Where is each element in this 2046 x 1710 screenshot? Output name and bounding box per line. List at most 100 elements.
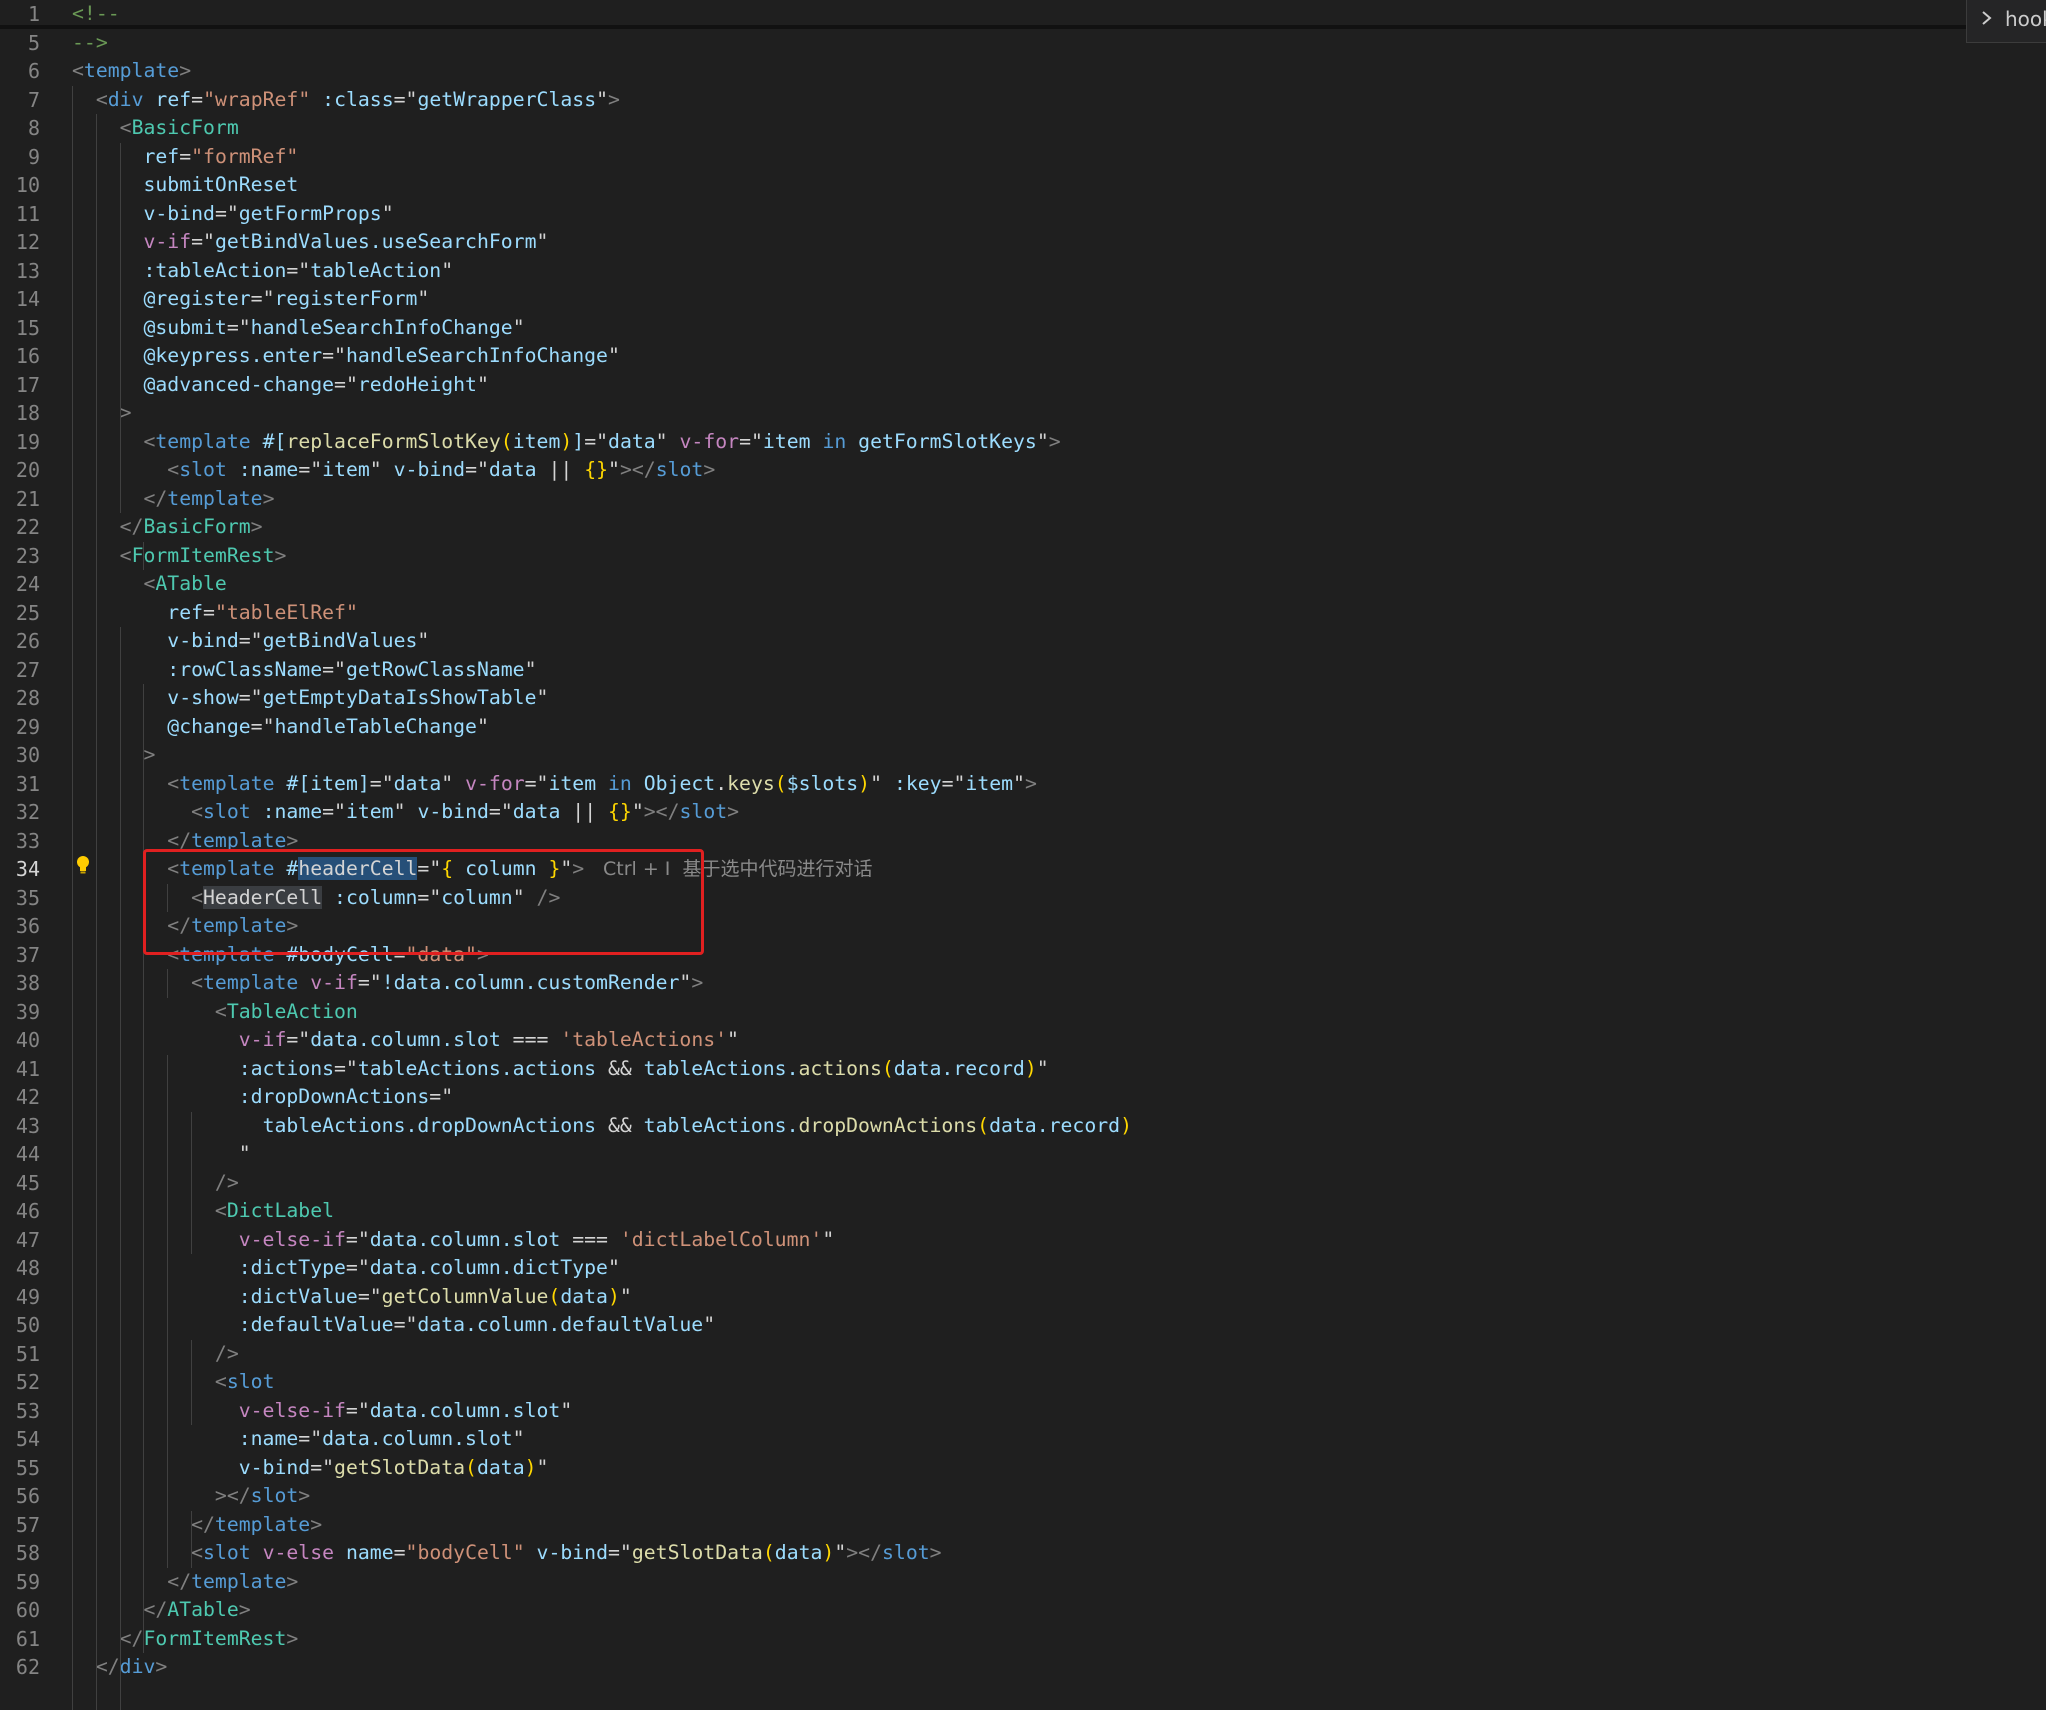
code-line[interactable]: 56 ></slot> [0, 1482, 1960, 1511]
code-text[interactable]: ref="formRef" [72, 143, 298, 172]
code-text[interactable]: <slot [72, 1368, 274, 1397]
code-line[interactable]: 30 > [0, 741, 1960, 770]
code-text[interactable]: <!-- [72, 0, 120, 29]
code-line[interactable]: 14 @register="registerForm" [0, 285, 1960, 314]
code-line[interactable]: 43 tableActions.dropDownActions && table… [0, 1112, 1960, 1141]
code-text[interactable]: submitOnReset [72, 171, 298, 200]
code-text[interactable]: <slot v-else name="bodyCell" v-bind="get… [72, 1539, 942, 1568]
code-line[interactable]: 10 submitOnReset [0, 171, 1960, 200]
code-line[interactable]: 18 > [0, 399, 1960, 428]
chevron-right-icon[interactable] [1979, 8, 1995, 28]
code-line[interactable]: 38 <template v-if="!data.column.customRe… [0, 969, 1960, 998]
code-text[interactable]: > [72, 399, 132, 428]
code-text[interactable]: :actions="tableActions.actions && tableA… [72, 1055, 1049, 1084]
code-line[interactable]: 42 :dropDownActions=" [0, 1083, 1960, 1112]
code-text[interactable]: @submit="handleSearchInfoChange" [72, 314, 525, 343]
code-line[interactable]: 41 :actions="tableActions.actions && tab… [0, 1055, 1960, 1084]
code-line[interactable]: 11 v-bind="getFormProps" [0, 200, 1960, 229]
code-text[interactable]: :defaultValue="data.column.defaultValue" [72, 1311, 715, 1340]
code-line[interactable]: 40 v-if="data.column.slot === 'tableActi… [0, 1026, 1960, 1055]
code-line[interactable]: 49 :dictValue="getColumnValue(data)" [0, 1283, 1960, 1312]
code-line[interactable]: 62 </div> [0, 1653, 1960, 1682]
code-text[interactable]: /> [72, 1169, 239, 1198]
code-line[interactable]: 47 v-else-if="data.column.slot === 'dict… [0, 1226, 1960, 1255]
code-text[interactable]: ></slot> [72, 1482, 310, 1511]
code-line[interactable]: 52 <slot [0, 1368, 1960, 1397]
code-line[interactable]: 17 @advanced-change="redoHeight" [0, 371, 1960, 400]
code-text[interactable]: <div ref="wrapRef" :class="getWrapperCla… [72, 86, 620, 115]
code-line[interactable]: 46 <DictLabel [0, 1197, 1960, 1226]
code-line[interactable]: 9 ref="formRef" [0, 143, 1960, 172]
code-line[interactable]: 8 <BasicForm [0, 114, 1960, 143]
code-text[interactable]: ref="tableElRef" [72, 599, 358, 628]
code-line[interactable]: 15 @submit="handleSearchInfoChange" [0, 314, 1960, 343]
code-text[interactable]: v-if="getBindValues.useSearchForm" [72, 228, 548, 257]
code-text[interactable]: </template> [72, 1511, 322, 1540]
code-text[interactable]: <BasicForm [72, 114, 239, 143]
code-text[interactable]: v-if="data.column.slot === 'tableActions… [72, 1026, 739, 1055]
code-line[interactable]: 16 @keypress.enter="handleSearchInfoChan… [0, 342, 1960, 371]
code-text[interactable]: </ATable> [72, 1596, 251, 1625]
code-line[interactable]: 1<!-- [0, 0, 1960, 29]
code-line[interactable]: 12 v-if="getBindValues.useSearchForm" [0, 228, 1960, 257]
code-line[interactable]: 58 <slot v-else name="bodyCell" v-bind="… [0, 1539, 1960, 1568]
code-line[interactable]: 48 :dictType="data.column.dictType" [0, 1254, 1960, 1283]
code-text[interactable]: <template #[replaceFormSlotKey(item)]="d… [72, 428, 1061, 457]
code-text[interactable]: v-bind="getBindValues" [72, 627, 429, 656]
code-text[interactable]: :dictValue="getColumnValue(data)" [72, 1283, 632, 1312]
code-line[interactable]: 53 v-else-if="data.column.slot" [0, 1397, 1960, 1426]
code-line[interactable]: 50 :defaultValue="data.column.defaultVal… [0, 1311, 1960, 1340]
code-line[interactable]: 31 <template #[item]="data" v-for="item … [0, 770, 1960, 799]
code-text[interactable]: v-else-if="data.column.slot === 'dictLab… [72, 1226, 834, 1255]
code-line[interactable]: 13 :tableAction="tableAction" [0, 257, 1960, 286]
code-text[interactable]: :name="data.column.slot" [72, 1425, 525, 1454]
code-line[interactable]: 26 v-bind="getBindValues" [0, 627, 1960, 656]
code-text[interactable]: --> [72, 29, 108, 58]
code-line[interactable]: 44 " [0, 1140, 1960, 1169]
code-editor[interactable]: 1<!--5-->6<template>7 <div ref="wrapRef"… [0, 0, 2046, 1675]
code-line[interactable]: 51 /> [0, 1340, 1960, 1369]
code-line[interactable]: 6<template> [0, 57, 1960, 86]
code-text[interactable]: </BasicForm> [72, 513, 263, 542]
code-text[interactable]: <DictLabel [72, 1197, 334, 1226]
code-line[interactable]: 32 <slot :name="item" v-bind="data || {}… [0, 798, 1960, 827]
code-text[interactable]: <slot :name="item" v-bind="data || {}"><… [72, 456, 715, 485]
code-text[interactable]: <template #[item]="data" v-for="item in … [72, 770, 1037, 799]
code-text[interactable]: <FormItemRest> [72, 542, 286, 571]
code-text[interactable]: :dictType="data.column.dictType" [72, 1254, 620, 1283]
breadcrumb-panel[interactable]: hook [1966, 0, 2046, 43]
code-line[interactable]: 55 v-bind="getSlotData(data)" [0, 1454, 1960, 1483]
code-line[interactable]: 23 <FormItemRest> [0, 542, 1960, 571]
code-line[interactable]: 20 <slot :name="item" v-bind="data || {}… [0, 456, 1960, 485]
breadcrumb-label[interactable]: hook [2005, 7, 2046, 31]
code-text[interactable]: <template> [72, 57, 191, 86]
code-text[interactable]: :tableAction="tableAction" [72, 257, 453, 286]
code-line[interactable]: 19 <template #[replaceFormSlotKey(item)]… [0, 428, 1960, 457]
code-line[interactable]: 59 </template> [0, 1568, 1960, 1597]
code-text[interactable]: </template> [72, 485, 275, 514]
code-line[interactable]: 24 <ATable [0, 570, 1960, 599]
code-line[interactable]: 60 </ATable> [0, 1596, 1960, 1625]
code-text[interactable]: " [72, 1140, 251, 1169]
code-line[interactable]: 21 </template> [0, 485, 1960, 514]
code-text[interactable]: @keypress.enter="handleSearchInfoChange" [72, 342, 620, 371]
code-text[interactable]: :dropDownActions=" [72, 1083, 453, 1112]
code-line[interactable]: 54 :name="data.column.slot" [0, 1425, 1960, 1454]
code-text[interactable]: :rowClassName="getRowClassName" [72, 656, 537, 685]
code-line[interactable]: 7 <div ref="wrapRef" :class="getWrapperC… [0, 86, 1960, 115]
lightbulb-icon[interactable] [76, 855, 90, 875]
code-line[interactable]: 27 :rowClassName="getRowClassName" [0, 656, 1960, 685]
code-line[interactable]: 39 <TableAction [0, 998, 1960, 1027]
code-text[interactable]: </template> [72, 1568, 298, 1597]
code-text[interactable]: tableActions.dropDownActions && tableAct… [72, 1112, 1132, 1141]
code-text[interactable]: @advanced-change="redoHeight" [72, 371, 489, 400]
code-text[interactable]: <slot :name="item" v-bind="data || {}"><… [72, 798, 739, 827]
code-line[interactable]: 57 </template> [0, 1511, 1960, 1540]
code-line[interactable]: 28 v-show="getEmptyDataIsShowTable" [0, 684, 1960, 713]
code-text[interactable]: /> [72, 1340, 239, 1369]
code-line[interactable]: 61 </FormItemRest> [0, 1625, 1960, 1654]
code-line[interactable]: 45 /> [0, 1169, 1960, 1198]
code-line[interactable]: 25 ref="tableElRef" [0, 599, 1960, 628]
code-line[interactable]: 22 </BasicForm> [0, 513, 1960, 542]
code-text[interactable]: @register="registerForm" [72, 285, 429, 314]
